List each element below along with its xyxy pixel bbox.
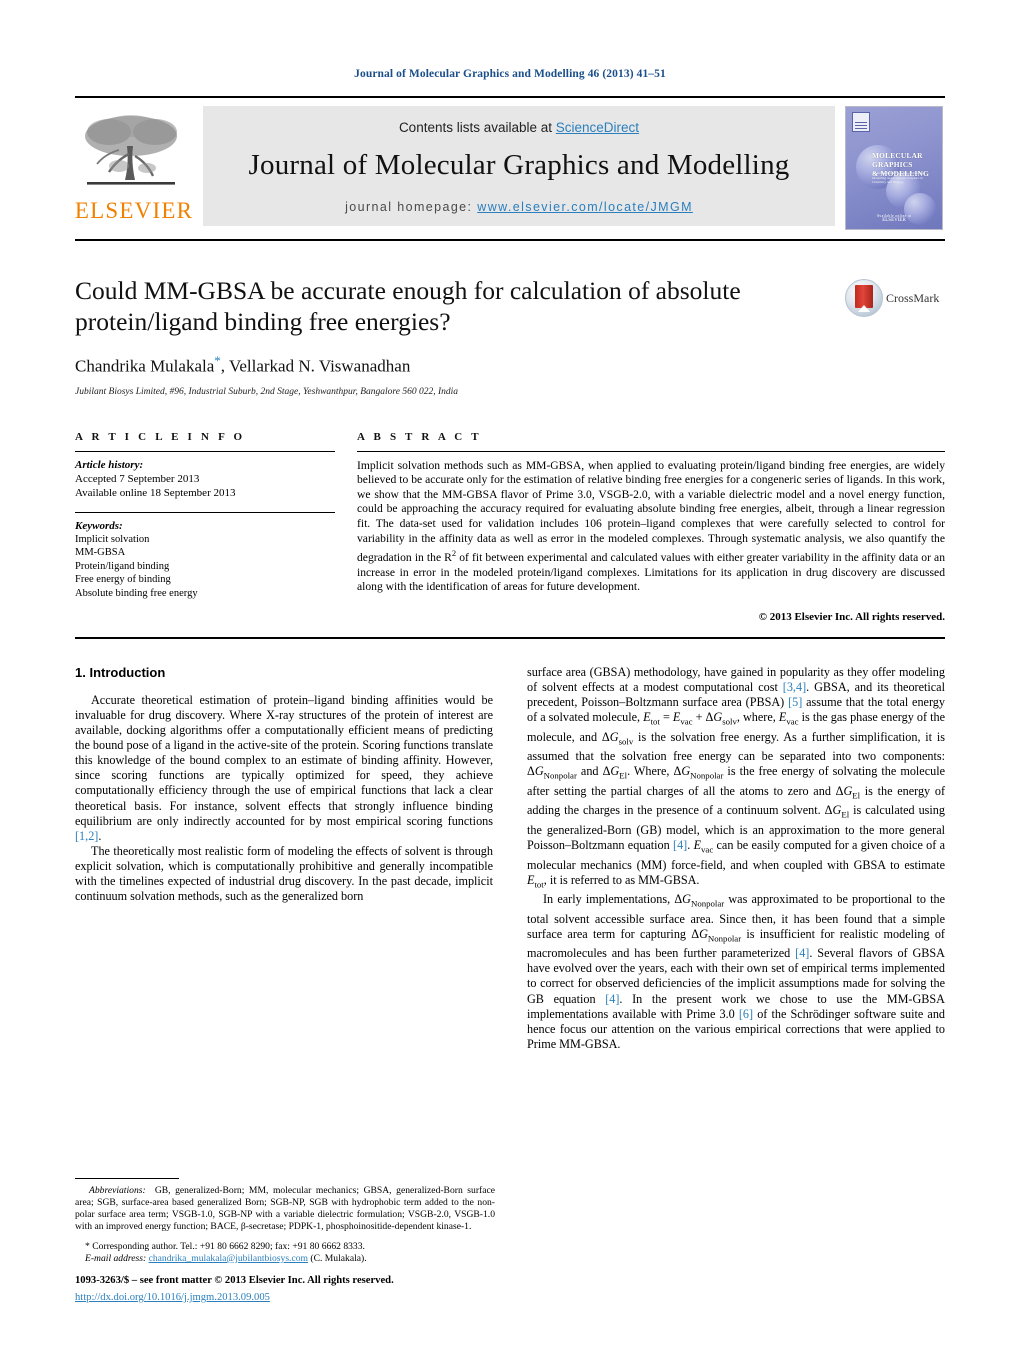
journal-masthead: ELSEVIER Contents lists available at Sci… (75, 96, 945, 230)
abstract-heading: A B S T R A C T (357, 430, 482, 443)
keyword-item: Protein/ligand binding (75, 560, 170, 572)
citation-link[interactable]: [4] (605, 992, 619, 1006)
corresponding-marker: * (85, 1240, 90, 1252)
journal-title: Journal of Molecular Graphics and Modell… (248, 149, 790, 181)
article-info-column: A R T I C L E I N F O Article history: A… (75, 431, 335, 623)
title-texts: Could MM-GBSA be accurate enough for cal… (75, 275, 845, 397)
article-history-accepted: Accepted 7 September 2013 (75, 472, 200, 485)
intro-paragraph-3: surface area (GBSA) methodology, have ga… (527, 664, 946, 890)
citation-link[interactable]: [1,2] (75, 829, 98, 843)
elsevier-logo: ELSEVIER (75, 106, 193, 224)
email-suffix: (C. Mulakala). (310, 1252, 367, 1264)
article-history-label: Article history: (75, 458, 144, 471)
author-first: Chandrika Mulakala (75, 356, 215, 376)
section-divider (75, 636, 945, 639)
journal-cover-image: MOLECULAR GRAPHICS & MODELLING An Intern… (845, 106, 943, 230)
contents-prefix: Contents lists available at (398, 120, 556, 135)
email-label: E-mail address: (85, 1252, 147, 1264)
divider (75, 450, 335, 452)
cover-publisher: Available online at ELSEVIER (846, 214, 942, 223)
citation-link[interactable]: [3,4] (783, 680, 806, 694)
keyword-item: Absolute binding free energy (75, 587, 198, 599)
homepage-line: journal homepage: www.elsevier.com/locat… (213, 200, 825, 214)
body-columns: 1. Introduction Accurate theoretical est… (75, 665, 945, 1052)
email-link[interactable]: chandrika_mulakala@jubilantbiosys.com (149, 1253, 308, 1264)
divider (357, 450, 945, 452)
page-footer: 1093-3263/$ – see front matter © 2013 El… (75, 1274, 505, 1305)
cover-publisher-name: ELSEVIER (882, 218, 906, 223)
citation-link[interactable]: [4] (795, 946, 809, 960)
homepage-prefix: journal homepage: (345, 200, 478, 214)
title-block: Could MM-GBSA be accurate enough for cal… (75, 275, 945, 397)
elsevier-tree-icon (85, 115, 177, 185)
copyright-line: © 2013 Elsevier Inc. All rights reserved… (758, 610, 945, 623)
author-list: Chandrika Mulakala*, Vellarkad N. Viswan… (75, 353, 829, 377)
footnotes: Abbreviations: GB, generalized-Born; MM,… (75, 1177, 495, 1265)
body-column-right: surface area (GBSA) methodology, have ga… (527, 665, 945, 1052)
corresponding-author-note: * Corresponding author. Tel.: +91 80 666… (75, 1241, 495, 1265)
issn-line: 1093-3263/$ – see front matter © 2013 El… (75, 1275, 394, 1286)
section-title-text: Introduction (89, 664, 166, 680)
citation-link[interactable]: [5] (788, 695, 802, 709)
cover-title-line1: MOLECULAR GRAPHICS (872, 151, 923, 169)
sciencedirect-link[interactable]: ScienceDirect (556, 120, 639, 135)
abstract-text: Implicit solvation methods such as MM-GB… (357, 459, 945, 595)
footnote-divider (75, 1177, 179, 1179)
article-info-heading: A R T I C L E I N F O (75, 430, 246, 443)
keyword-item: MM-GBSA (75, 547, 126, 559)
article-history-online: Available online 18 September 2013 (75, 486, 236, 499)
corresponding-text: Corresponding author. Tel.: +91 80 6662 … (92, 1240, 365, 1252)
doi-link[interactable]: http://dx.doi.org/10.1016/j.jmgm.2013.09… (75, 1292, 270, 1303)
crossmark-icon (845, 279, 883, 317)
body-column-left: 1. Introduction Accurate theoretical est… (75, 665, 493, 1052)
contents-line: Contents lists available at ScienceDirec… (213, 120, 825, 135)
crossmark-arrow-icon (858, 305, 870, 312)
cover-blurb: An International Journal for Molecular M… (872, 171, 925, 185)
journal-band: Contents lists available at ScienceDirec… (203, 106, 835, 226)
article-page: Journal of Molecular Graphics and Modell… (0, 0, 1020, 1351)
journal-cover-thumbnail: MOLECULAR GRAPHICS & MODELLING An Intern… (845, 106, 945, 230)
abbreviations-label: Abbreviations: (89, 1184, 146, 1196)
abstract-column: A B S T R A C T Implicit solvation metho… (357, 431, 945, 623)
crossmark-badge[interactable]: CrossMark (845, 275, 945, 317)
masthead-rule (75, 239, 945, 241)
crossmark-label: CrossMark (886, 290, 940, 305)
divider (75, 511, 335, 513)
intro-paragraph-2: The theoretically most realistic form of… (75, 843, 493, 904)
citation-link[interactable]: [6] (739, 1007, 753, 1021)
cover-elsevier-mark-icon (852, 112, 870, 132)
section-number: 1. (75, 664, 86, 680)
keyword-item: Implicit solvation (75, 533, 150, 545)
running-head: Journal of Molecular Graphics and Modell… (354, 68, 666, 80)
author-rest: , Vellarkad N. Viswanadhan (220, 356, 411, 376)
elsevier-wordmark: ELSEVIER (74, 198, 194, 223)
intro-paragraph-4: In early implementations, ΔGNonpolar was… (527, 892, 946, 1051)
journal-homepage-link[interactable]: www.elsevier.com/locate/JMGM (477, 200, 693, 214)
info-abstract-section: A R T I C L E I N F O Article history: A… (75, 431, 945, 623)
abstract-text-main: Implicit solvation methods such as MM-GB… (357, 458, 945, 565)
keyword-item: Free energy of binding (75, 574, 171, 586)
page-title: Could MM-GBSA be accurate enough for cal… (75, 276, 741, 336)
section-heading-introduction: 1. Introduction (75, 665, 493, 680)
citation-link[interactable]: [4] (673, 838, 687, 852)
affiliation: Jubilant Biosys Limited, #96, Industrial… (75, 386, 458, 397)
abbreviations-note: Abbreviations: GB, generalized-Born; MM,… (75, 1185, 495, 1234)
intro-paragraph-1: Accurate theoretical estimation of prote… (75, 692, 493, 843)
keywords-label: Keywords: (75, 519, 123, 532)
